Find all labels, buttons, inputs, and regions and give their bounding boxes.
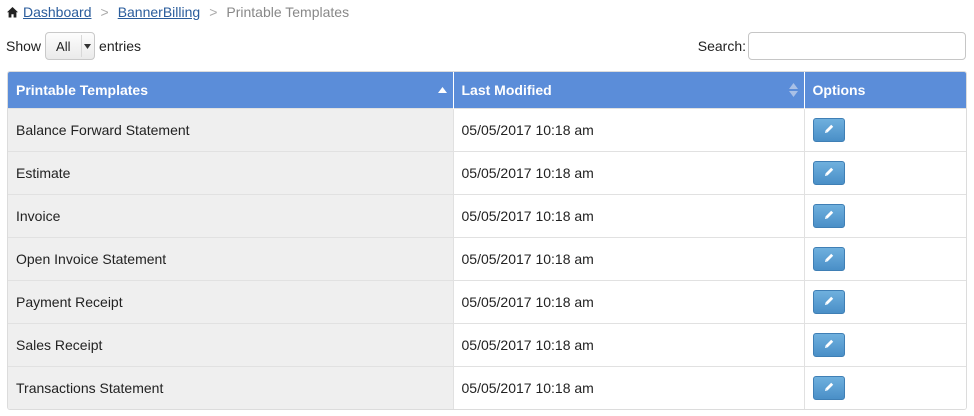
entries-select[interactable]: All — [45, 32, 96, 60]
template-name-cell: Open Invoice Statement — [8, 237, 454, 281]
breadcrumb-current: Printable Templates — [226, 4, 350, 20]
entries-label: entries — [99, 38, 142, 54]
edit-button[interactable] — [812, 376, 845, 400]
length-control: Show All entries — [6, 32, 141, 60]
last-modified-value: 05/05/2017 10:18 am — [461, 122, 594, 138]
home-icon — [6, 6, 19, 19]
edit-button[interactable] — [812, 118, 845, 142]
template-name: Invoice — [16, 208, 61, 224]
last-modified-cell: 05/05/2017 10:18 am — [453, 237, 805, 281]
pencil-icon — [823, 165, 835, 181]
last-modified-value: 05/05/2017 10:18 am — [461, 337, 594, 353]
column-header-label: Printable Templates — [16, 82, 149, 98]
breadcrumb-separator: > — [100, 4, 109, 20]
table-row: Sales Receipt 05/05/2017 10:18 am — [8, 323, 966, 367]
last-modified-cell: 05/05/2017 10:18 am — [453, 151, 805, 195]
last-modified-cell: 05/05/2017 10:18 am — [453, 366, 805, 409]
pencil-icon — [823, 294, 835, 310]
column-header-printable-templates[interactable]: Printable Templates — [8, 72, 454, 109]
pencil-icon — [823, 251, 835, 267]
last-modified-value: 05/05/2017 10:18 am — [461, 165, 594, 181]
template-name: Balance Forward Statement — [16, 122, 190, 138]
template-name: Estimate — [16, 165, 71, 181]
template-name: Transactions Statement — [16, 380, 164, 396]
table-row: Estimate 05/05/2017 10:18 am — [8, 151, 966, 195]
edit-button[interactable] — [812, 247, 845, 271]
edit-button[interactable] — [812, 290, 845, 314]
template-name: Sales Receipt — [16, 337, 103, 353]
search-label: Search: — [697, 38, 746, 54]
table-row: Transactions Statement 05/05/2017 10:18 a… — [8, 366, 966, 409]
options-cell — [804, 237, 966, 281]
last-modified-value: 05/05/2017 10:18 am — [461, 380, 594, 396]
edit-button[interactable] — [812, 161, 845, 185]
last-modified-value: 05/05/2017 10:18 am — [461, 251, 594, 267]
chevron-down-icon — [81, 35, 92, 57]
column-header-label: Options — [812, 82, 866, 98]
breadcrumb-separator: > — [209, 4, 218, 20]
pencil-icon — [823, 122, 835, 138]
table-row: Payment Receipt 05/05/2017 10:18 am — [8, 280, 966, 324]
templates-table: Printable Templates Last Modified Option… — [7, 71, 967, 410]
search-control: Search: — [698, 32, 966, 60]
last-modified-value: 05/05/2017 10:18 am — [461, 208, 594, 224]
last-modified-value: 05/05/2017 10:18 am — [461, 294, 594, 310]
pencil-icon — [823, 208, 835, 224]
breadcrumb-link-bannerbilling[interactable]: BannerBilling — [118, 3, 201, 21]
show-label: Show — [6, 38, 42, 54]
last-modified-cell: 05/05/2017 10:18 am — [453, 194, 805, 238]
template-name: Open Invoice Statement — [16, 251, 167, 267]
sort-ascending-icon — [437, 87, 447, 93]
last-modified-cell: 05/05/2017 10:18 am — [453, 108, 805, 152]
column-header-last-modified[interactable]: Last Modified — [453, 72, 805, 109]
options-cell — [804, 280, 966, 324]
table-row: Open Invoice Statement 05/05/2017 10:18 a… — [8, 237, 966, 281]
template-name-cell: Balance Forward Statement — [8, 108, 454, 152]
column-header-options: Options — [804, 72, 966, 109]
template-name-cell: Transactions Statement — [8, 366, 454, 409]
options-cell — [804, 108, 966, 152]
breadcrumb-link-dashboard[interactable]: Dashboard — [23, 3, 92, 21]
edit-button[interactable] — [812, 333, 845, 357]
options-cell — [804, 194, 966, 238]
pencil-icon — [823, 380, 835, 396]
template-name-cell: Payment Receipt — [8, 280, 454, 324]
edit-button[interactable] — [812, 204, 845, 228]
last-modified-cell: 05/05/2017 10:18 am — [453, 280, 805, 324]
options-cell — [804, 366, 966, 409]
column-header-label: Last Modified — [461, 82, 552, 98]
template-name-cell: Invoice — [8, 194, 454, 238]
template-name-cell: Sales Receipt — [8, 323, 454, 367]
entries-select-value: All — [56, 38, 71, 54]
pencil-icon — [823, 337, 835, 353]
table-row: Balance Forward Statement 05/05/2017 10:1… — [8, 108, 966, 152]
last-modified-cell: 05/05/2017 10:18 am — [453, 323, 805, 367]
options-cell — [804, 323, 966, 367]
options-cell — [804, 151, 966, 195]
breadcrumb: Dashboard > BannerBilling > Printable Te… — [6, 3, 349, 21]
table-row: Invoice 05/05/2017 10:18 am — [8, 194, 966, 238]
sort-both-icon — [788, 83, 798, 97]
search-input[interactable] — [748, 32, 966, 60]
template-name: Payment Receipt — [16, 294, 123, 310]
table-header-row: Printable Templates Last Modified Option… — [8, 72, 966, 109]
template-name-cell: Estimate — [8, 151, 454, 195]
